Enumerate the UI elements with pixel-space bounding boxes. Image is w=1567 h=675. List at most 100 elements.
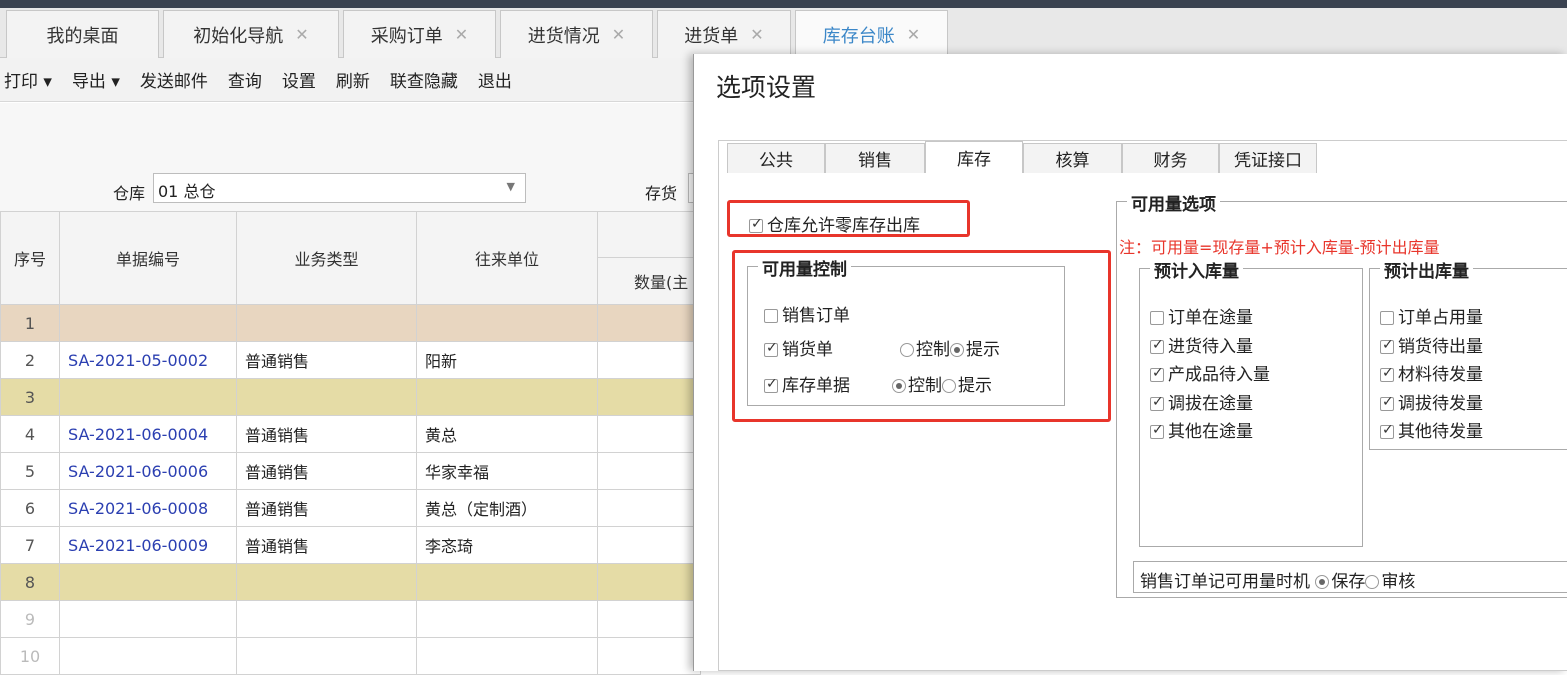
toggle-link-button[interactable]: 联查隐藏: [390, 67, 458, 92]
row-biz-type: [236, 600, 417, 638]
tab-purchase-order[interactable]: 采购订单 ✕: [343, 10, 496, 58]
close-icon[interactable]: ✕: [612, 25, 625, 44]
outbound-group: 预计出库量 订单占用量销货待出量材料待发量调拔待发量其他待发量: [1369, 257, 1567, 450]
tab-inventory[interactable]: 库存: [925, 141, 1023, 173]
option-label: 调拔待发量: [1398, 393, 1483, 414]
tab-label: 初始化导航: [193, 25, 284, 47]
export-button[interactable]: 导出 ▾: [72, 67, 120, 92]
row-seq: 5: [0, 452, 60, 490]
check-option[interactable]: 订单在途量: [1150, 303, 1253, 328]
tab-my-desktop[interactable]: 我的桌面: [6, 10, 159, 58]
row-partner: [416, 563, 598, 601]
warehouse-select[interactable]: 01 总仓 ▼: [153, 173, 526, 203]
col-qty: 数量(主: [597, 257, 701, 305]
check-option[interactable]: 其他在途量: [1150, 417, 1253, 442]
row-partner: [416, 637, 598, 675]
row-qty: [597, 526, 701, 564]
row-biz-type: [236, 378, 417, 416]
table-row[interactable]: 4 SA-2021-06-0004 普通销售 黄总: [0, 415, 701, 453]
checkbox[interactable]: [1150, 365, 1164, 382]
exit-button[interactable]: 退出: [478, 67, 512, 92]
checkbox[interactable]: [1380, 365, 1394, 382]
close-icon[interactable]: ✕: [455, 25, 468, 44]
option-label: 调拔在途量: [1168, 393, 1253, 414]
col-biz-type: 业务类型: [236, 211, 417, 305]
row-doc-no: [59, 304, 237, 342]
tab-sales[interactable]: 销售: [825, 143, 925, 173]
close-icon[interactable]: ✕: [750, 25, 763, 44]
option-label: 材料待发量: [1398, 365, 1483, 385]
row-seq: 8: [0, 563, 60, 601]
row-seq: 4: [0, 415, 60, 453]
query-button[interactable]: 查询: [228, 67, 262, 92]
option-tabs: 公共 销售 库存 核算 财务 凭证接口: [727, 141, 1317, 173]
row-seq: 1: [0, 304, 60, 342]
tab-label: 采购订单: [370, 25, 443, 47]
option-label: 其他在途量: [1168, 422, 1253, 442]
check-option[interactable]: 调拔待发量: [1380, 389, 1483, 414]
timing-option: 销售订单记可用量时机 保存 审核: [1140, 567, 1415, 592]
radio-save[interactable]: [1315, 575, 1330, 589]
group-legend: 可用量选项: [1127, 190, 1220, 215]
table-row[interactable]: 7 SA-2021-06-0009 普通销售 李忞琦: [0, 526, 701, 564]
row-seq: 3: [0, 378, 60, 416]
toolbar: 打印 ▾ 导出 ▾ 发送邮件 查询 设置 刷新 联查隐藏 退出: [0, 58, 700, 102]
tab-incoming-order[interactable]: 进货单 ✕: [657, 10, 791, 58]
check-option[interactable]: 订单占用量: [1380, 303, 1483, 328]
table-row[interactable]: 9: [0, 600, 701, 638]
checkbox[interactable]: [1380, 311, 1394, 325]
send-email-button[interactable]: 发送邮件: [140, 67, 208, 92]
tab-voucher-interface[interactable]: 凭证接口: [1219, 143, 1317, 173]
check-option[interactable]: 调拔在途量: [1150, 389, 1253, 414]
check-option[interactable]: 其他待发量: [1380, 417, 1483, 442]
radio-review[interactable]: [1365, 575, 1380, 589]
print-button[interactable]: 打印 ▾: [4, 67, 52, 92]
tab-public[interactable]: 公共: [727, 143, 825, 173]
checkbox[interactable]: [1380, 394, 1394, 411]
row-doc-no: [59, 637, 237, 675]
close-icon[interactable]: ✕: [295, 25, 308, 44]
checkbox[interactable]: [1150, 337, 1164, 354]
table-row[interactable]: 6 SA-2021-06-0008 普通销售 黄总（定制酒）: [0, 489, 701, 527]
table-row[interactable]: 10: [0, 637, 701, 675]
tab-incoming-status[interactable]: 进货情况 ✕: [500, 10, 653, 58]
group-legend: 预计出库量: [1380, 257, 1473, 282]
table-row[interactable]: 2 SA-2021-05-0002 普通销售 阳新: [0, 341, 701, 379]
row-partner: [416, 304, 598, 342]
tab-finance[interactable]: 财务: [1122, 143, 1219, 173]
checkbox[interactable]: [1150, 422, 1164, 439]
settings-button[interactable]: 设置: [282, 67, 316, 92]
tab-bar: 我的桌面 初始化导航 ✕ 采购订单 ✕ 进货情况 ✕ 进货单 ✕ 库存台账 ✕: [0, 8, 1567, 58]
table-row[interactable]: 5 SA-2021-06-0006 普通销售 华家幸福: [0, 452, 701, 490]
table-row[interactable]: 1: [0, 304, 701, 342]
check-option[interactable]: 产成品待入量: [1150, 360, 1270, 385]
checkbox[interactable]: [1380, 337, 1394, 354]
checkbox[interactable]: [1150, 394, 1164, 411]
row-doc-no: SA-2021-05-0002: [59, 341, 237, 379]
col-group-header: [597, 211, 701, 258]
check-option[interactable]: 销货待出量: [1380, 332, 1483, 357]
chevron-down-icon: ▼: [506, 180, 515, 193]
table-row[interactable]: 3: [0, 378, 701, 416]
close-icon[interactable]: ✕: [907, 25, 920, 44]
check-option[interactable]: 进货待入量: [1150, 332, 1253, 357]
option-label: 订单占用量: [1398, 308, 1483, 328]
check-option[interactable]: 材料待发量: [1380, 360, 1483, 385]
tab-accounting[interactable]: 核算: [1023, 143, 1122, 173]
row-seq: 7: [0, 526, 60, 564]
tab-stock-ledger[interactable]: 库存台账 ✕: [795, 10, 948, 58]
refresh-button[interactable]: 刷新: [336, 67, 370, 92]
row-partner: 黄总（定制酒）: [416, 489, 598, 527]
inventory-label: 存货: [645, 184, 678, 203]
row-seq: 10: [0, 637, 60, 675]
row-seq: 6: [0, 489, 60, 527]
row-qty: [597, 452, 701, 490]
dialog-title: 选项设置: [716, 73, 817, 102]
tab-label: 库存台账: [822, 25, 895, 47]
checkbox[interactable]: [1380, 422, 1394, 439]
tab-init-nav[interactable]: 初始化导航 ✕: [163, 10, 339, 58]
row-doc-no: SA-2021-06-0004: [59, 415, 237, 453]
option-label: 其他待发量: [1398, 422, 1483, 442]
checkbox[interactable]: [1150, 311, 1164, 325]
table-row[interactable]: 8: [0, 563, 701, 601]
